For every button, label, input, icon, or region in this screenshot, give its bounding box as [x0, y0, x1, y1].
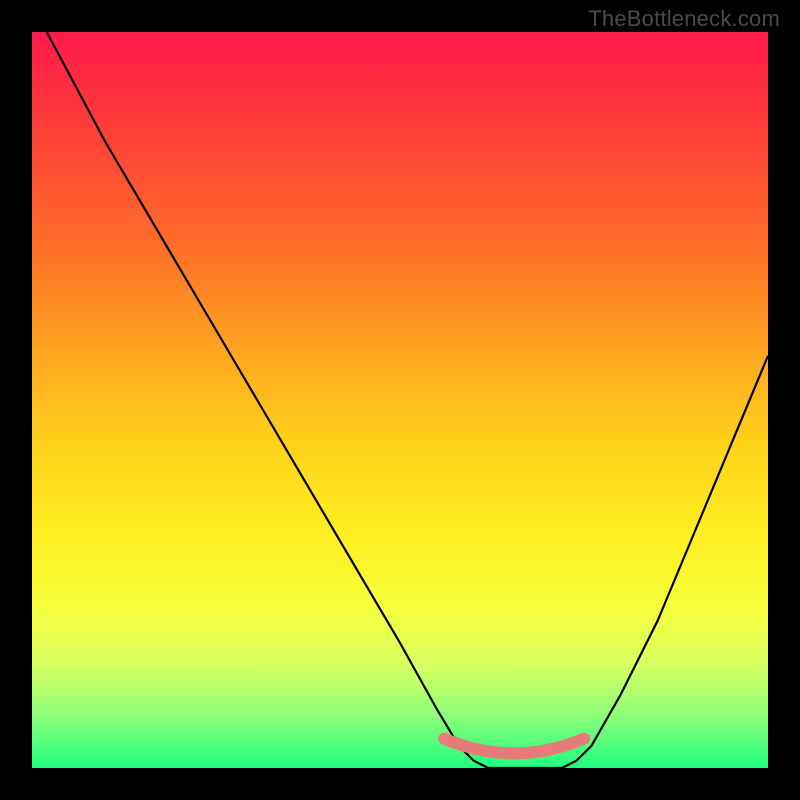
chart-frame: TheBottleneck.com [0, 0, 800, 800]
watermark-text: TheBottleneck.com [588, 6, 780, 32]
curve-layer [32, 32, 768, 768]
flat-region-highlight [444, 739, 584, 754]
bottleneck-curve [47, 32, 768, 768]
